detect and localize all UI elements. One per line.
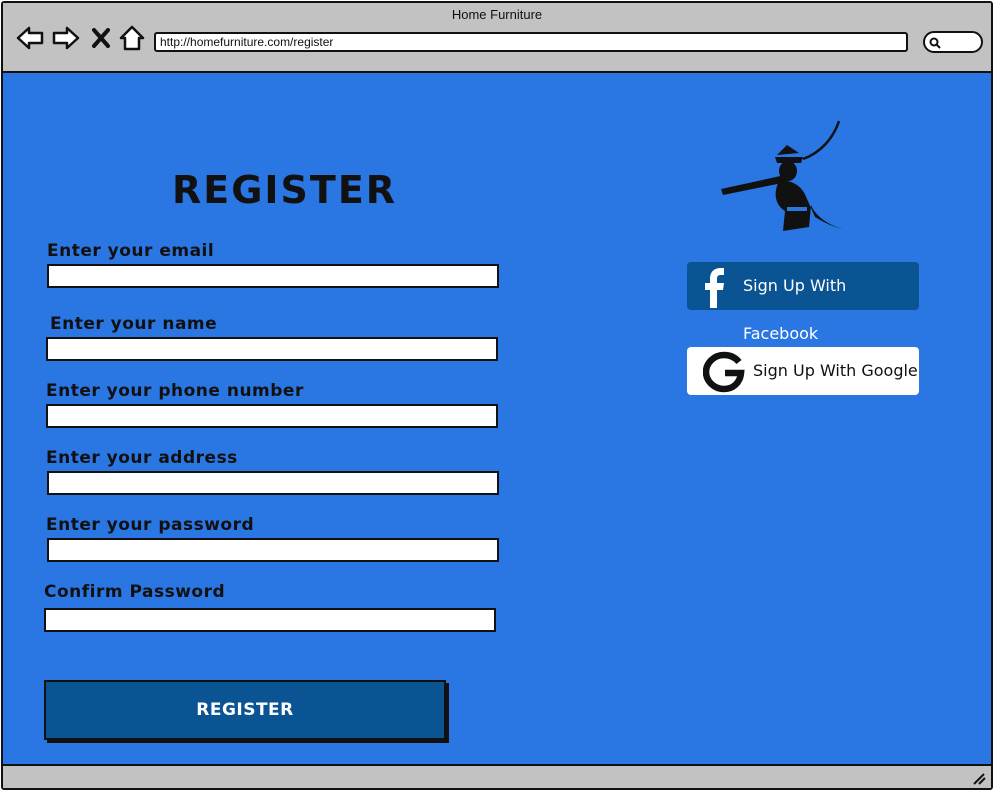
register-button[interactable]: REGISTER (44, 680, 446, 740)
close-icon[interactable] (89, 23, 113, 53)
password-label: Enter your password (46, 515, 255, 535)
page-title: REGISTER (172, 168, 398, 212)
search-box[interactable] (923, 31, 983, 53)
email-label: Enter your email (47, 241, 215, 261)
mascot-logo (721, 120, 843, 231)
browser-chrome: Home Furniture http://homefurniture.com/… (3, 3, 991, 73)
google-icon (703, 351, 745, 393)
confirm-password-label: Confirm Password (44, 582, 226, 602)
status-bar (3, 764, 991, 788)
forward-icon[interactable] (51, 23, 81, 53)
search-icon (929, 37, 941, 49)
register-page: REGISTER Enter your email Enter your nam… (3, 73, 991, 766)
phone-field[interactable] (46, 404, 498, 428)
home-icon[interactable] (117, 23, 147, 53)
back-icon[interactable] (15, 23, 45, 53)
name-field[interactable] (46, 337, 498, 361)
address-field[interactable] (47, 471, 499, 495)
window-title: Home Furniture (451, 7, 543, 22)
address-bar[interactable]: http://homefurniture.com/register (154, 32, 908, 52)
address-label: Enter your address (46, 448, 238, 468)
google-signup-label: Sign Up With Google (753, 361, 918, 380)
name-label: Enter your name (50, 314, 218, 334)
confirm-password-field[interactable] (44, 608, 496, 632)
phone-label: Enter your phone number (46, 381, 304, 401)
facebook-icon (705, 268, 724, 308)
browser-window: Home Furniture http://homefurniture.com/… (1, 1, 993, 790)
password-field[interactable] (47, 538, 499, 562)
facebook-signup-button[interactable]: Sign Up With Facebook (687, 262, 919, 343)
resize-grip-icon[interactable] (971, 770, 987, 786)
facebook-signup-label: Sign Up With Facebook (743, 276, 847, 343)
email-field[interactable] (47, 264, 499, 288)
google-signup-button[interactable]: Sign Up With Google (687, 347, 919, 395)
